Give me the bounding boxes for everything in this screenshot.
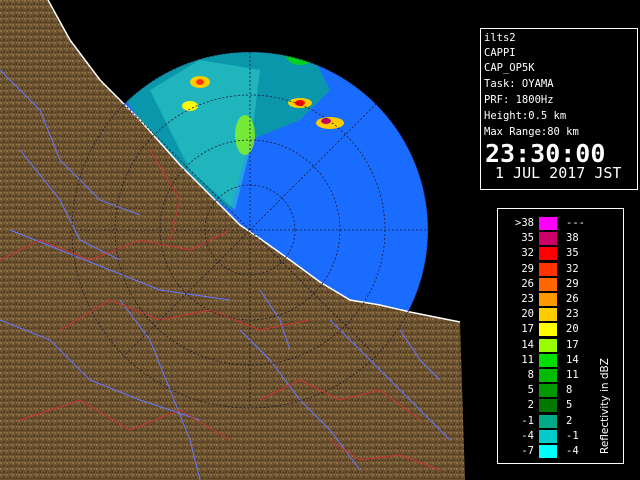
- legend-swatch: [539, 323, 557, 337]
- legend-lower-bound: 20: [521, 308, 534, 321]
- legend-lower-bound: 32: [521, 247, 534, 260]
- task-name: Task: OYAMA: [484, 78, 554, 90]
- observation-date: 1 JUL 2017 JST: [495, 164, 622, 182]
- legend-upper-bound: 32: [566, 262, 579, 275]
- legend-swatch: [539, 369, 557, 382]
- legend-upper-bound: 23: [566, 308, 579, 321]
- legend-upper-bound: 11: [566, 369, 579, 381]
- legend-swatch: [539, 277, 557, 291]
- legend-upper-bound: 14: [566, 353, 579, 366]
- legend-lower-bound: 8: [527, 369, 534, 381]
- legend-upper-bound: 5: [566, 399, 573, 412]
- legend-swatch: [539, 293, 557, 306]
- map-edge-band: [465, 300, 480, 480]
- legend-swatch: [539, 262, 557, 276]
- legend-upper-bound: 38: [566, 232, 579, 245]
- legend-lower-bound: >38: [515, 217, 534, 229]
- legend-lower-bound: 35: [521, 232, 534, 245]
- legend-swatch: [539, 217, 557, 230]
- legend-upper-bound: 35: [566, 247, 579, 260]
- legend-upper-bound: 26: [566, 293, 579, 305]
- legend-swatch: [539, 414, 557, 428]
- legend-lower-bound: 2: [527, 399, 534, 412]
- legend-upper-bound: 29: [566, 277, 579, 290]
- legend-lower-bound: 17: [521, 323, 534, 336]
- legend-lower-bound: -4: [521, 429, 534, 442]
- legend-swatch: [539, 353, 557, 367]
- reflectivity-legend: >38 --- 35 38 32 35 29 32 26 29 23 26 20 23 17 20 14 17 11…: [497, 208, 624, 464]
- legend-lower-bound: 26: [521, 277, 534, 290]
- legend-lower-bound: -1: [521, 414, 534, 427]
- legend-upper-bound: -1: [566, 429, 579, 442]
- legend-swatch: [539, 384, 557, 398]
- legend-upper-bound: 20: [566, 323, 579, 336]
- legend-lower-bound: 14: [521, 338, 534, 351]
- legend-swatch: [539, 445, 557, 458]
- product-type: CAPPI: [484, 47, 516, 59]
- legend-lower-bound: 23: [521, 293, 534, 305]
- legend-upper-bound: 2: [566, 414, 573, 427]
- legend-swatch: [539, 429, 557, 443]
- echo-core-1b: [196, 79, 204, 85]
- max-range-value: Max Range:80 km: [484, 126, 579, 138]
- legend-upper-bound: ---: [566, 217, 585, 229]
- echo-cell-8: [235, 115, 255, 155]
- product-name: CAP_OP5K: [484, 62, 535, 74]
- radar-info-panel: ilts2 CAPPI CAP_OP5K Task: OYAMA PRF: 18…: [480, 28, 638, 190]
- site-name: ilts2: [484, 32, 516, 44]
- legend-lower-bound: 11: [521, 353, 534, 366]
- legend-title: Reflectivity in dBZ: [599, 358, 611, 454]
- legend-upper-bound: 17: [566, 338, 579, 351]
- height-value: Height:0.5 km: [484, 110, 567, 122]
- echo-core-4: [316, 117, 344, 129]
- legend-upper-bound: 8: [566, 384, 573, 397]
- legend-swatch: [539, 308, 557, 322]
- legend-swatch: [539, 338, 557, 352]
- legend-lower-bound: 29: [521, 262, 534, 275]
- radar-map: [0, 0, 480, 480]
- legend-swatch: [539, 399, 557, 413]
- legend-swatch: [539, 232, 557, 246]
- echo-core-3b: [295, 100, 305, 106]
- prf-value: PRF: 1800Hz: [484, 94, 554, 106]
- legend-upper-bound: -4: [566, 445, 579, 457]
- legend-lower-bound: 5: [527, 384, 534, 397]
- legend-swatch: [539, 247, 557, 261]
- legend-lower-bound: -7: [521, 445, 534, 457]
